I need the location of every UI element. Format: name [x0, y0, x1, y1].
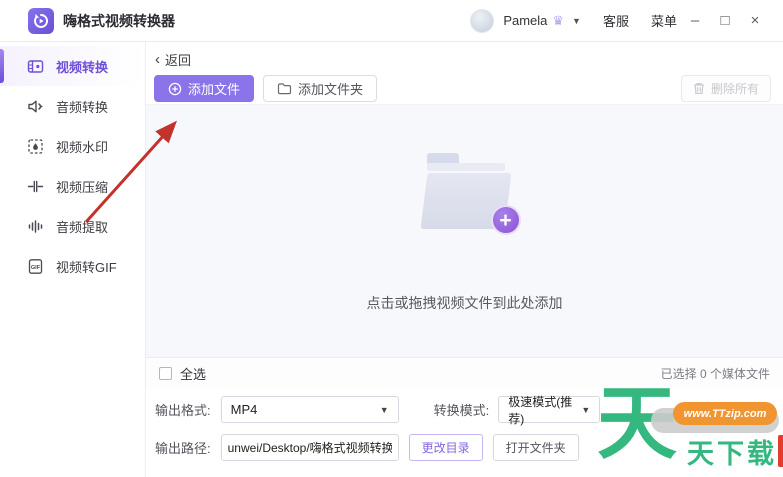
select-all-checkbox[interactable] [159, 367, 172, 380]
dropzone-hint: 点击或拖拽视频文件到此处添加 [367, 293, 563, 313]
vip-badge-icon: ♛ [552, 13, 564, 29]
sidebar-item-audio-extract[interactable]: 音频提取 [0, 206, 145, 246]
chevron-down-icon: ▼ [581, 405, 590, 415]
audio-convert-icon [27, 98, 44, 115]
change-directory-button[interactable]: 更改目录 [409, 434, 483, 461]
video-convert-icon [27, 58, 44, 75]
open-folder-button[interactable]: 打开文件夹 [493, 434, 579, 461]
menu-link[interactable]: 菜单 [651, 11, 677, 30]
app-title: 嗨格式视频转换器 [63, 11, 175, 31]
sidebar-item-label: 视频水印 [56, 137, 108, 156]
sidebar-item-label: 音频提取 [56, 217, 108, 236]
settings-panel: 输出格式: MP4 ▼ 转换模式: 极速模式(推荐) ▼ 输出路径: 更改目录 … [146, 388, 783, 477]
selected-count: 已选择 0 个媒体文件 [661, 365, 770, 382]
maximize-icon[interactable]: □ [713, 12, 737, 29]
chevron-down-icon: ▼ [380, 405, 389, 415]
user-name[interactable]: Pamela [503, 13, 547, 28]
title-bar: 嗨格式视频转换器 Pamela ♛ ▼ 客服 菜单 – □ × [0, 0, 783, 42]
select-all-control[interactable]: 全选 [159, 364, 206, 383]
chevron-down-icon[interactable]: ▼ [572, 16, 581, 26]
audio-extract-icon [27, 218, 44, 235]
back-button[interactable]: ‹ 返回 [155, 50, 191, 69]
delete-all-button[interactable]: 删除所有 [681, 75, 771, 102]
sidebar-item-label: 视频转GIF [56, 257, 117, 276]
folder-back [427, 163, 505, 171]
output-format-select[interactable]: MP4 ▼ [221, 396, 399, 423]
add-plus-icon[interactable]: + [491, 205, 521, 235]
sidebar-item-audio-convert[interactable]: 音频转换 [0, 86, 145, 126]
video-watermark-icon [27, 138, 44, 155]
video-to-gif-icon: GIF [27, 258, 44, 275]
sidebar-item-video-compress[interactable]: 视频压缩 [0, 166, 145, 206]
svg-text:GIF: GIF [31, 265, 41, 271]
trash-icon [693, 82, 705, 95]
convert-mode-label: 转换模式: [434, 400, 490, 419]
output-path-input[interactable] [221, 434, 399, 461]
back-label: 返回 [165, 50, 191, 69]
avatar[interactable] [470, 9, 494, 33]
back-chevron-icon: ‹ [155, 52, 160, 67]
output-path-label: 输出路径: [155, 438, 211, 457]
plus-circle-icon [168, 82, 182, 96]
main-panel: ‹ 返回 添加文件 添加文件夹 删除所有 + 点 [146, 42, 783, 477]
toolbar: 添加文件 添加文件夹 删除所有 [154, 75, 771, 102]
minimize-icon[interactable]: – [683, 12, 707, 29]
sidebar: 视频转换 音频转换 视频水印 视频压缩 音频提取 GIF 视频转GIF [0, 42, 146, 477]
close-icon[interactable]: × [743, 12, 767, 29]
video-compress-icon [27, 178, 44, 195]
select-all-label: 全选 [180, 364, 206, 383]
empty-folder-graphic: + [417, 147, 513, 237]
convert-mode-select[interactable]: 极速模式(推荐) ▼ [498, 396, 600, 423]
sidebar-item-video-convert[interactable]: 视频转换 [0, 46, 145, 86]
output-format-label: 输出格式: [155, 400, 211, 419]
add-file-button[interactable]: 添加文件 [154, 75, 254, 102]
selection-bar: 全选 已选择 0 个媒体文件 [146, 358, 783, 388]
file-dropzone[interactable]: + 点击或拖拽视频文件到此处添加 [146, 104, 783, 358]
sidebar-item-label: 音频转换 [56, 97, 108, 116]
support-link[interactable]: 客服 [603, 11, 629, 30]
add-folder-button[interactable]: 添加文件夹 [263, 75, 377, 102]
sidebar-item-label: 视频转换 [56, 57, 108, 76]
sidebar-item-label: 视频压缩 [56, 177, 108, 196]
sidebar-item-video-to-gif[interactable]: GIF 视频转GIF [0, 246, 145, 286]
app-logo-icon [28, 8, 54, 34]
folder-plus-icon [277, 82, 292, 95]
sidebar-item-video-watermark[interactable]: 视频水印 [0, 126, 145, 166]
